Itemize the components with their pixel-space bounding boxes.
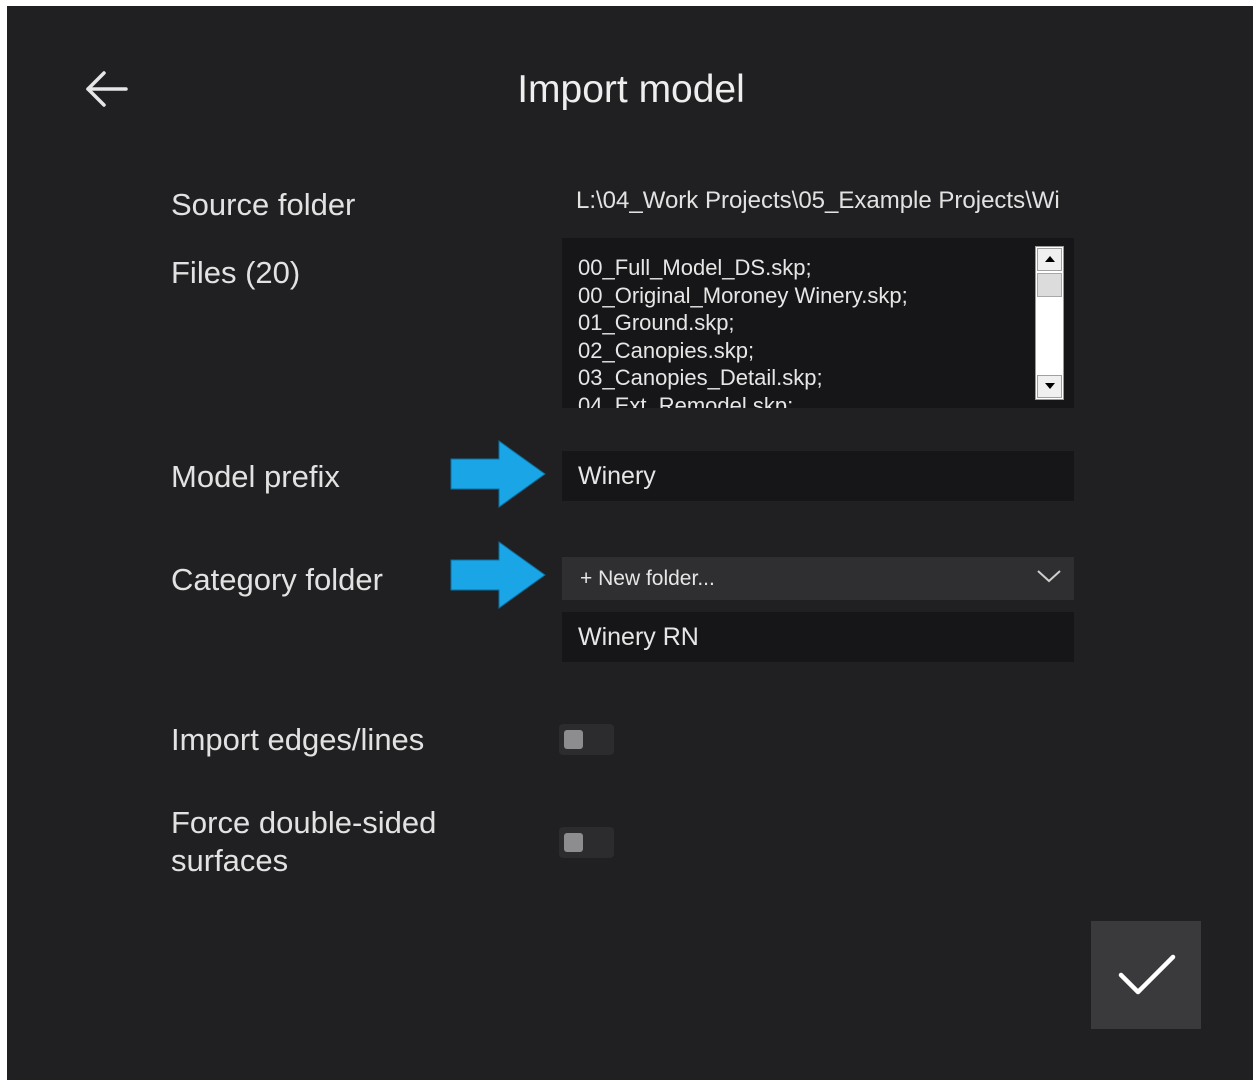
import-edges-label: Import edges/lines	[171, 722, 425, 757]
confirm-button[interactable]	[1091, 921, 1201, 1029]
force-double-sided-label: Force double-sided surfaces	[171, 804, 436, 880]
import-edges-toggle[interactable]	[559, 724, 614, 755]
toggle-knob	[564, 833, 583, 852]
scroll-up-button[interactable]	[1037, 248, 1062, 271]
source-folder-path: L:\04_Work Projects\05_Example Projects\…	[576, 187, 1060, 214]
files-scrollbar[interactable]	[1035, 246, 1064, 400]
category-folder-dropdown[interactable]: + New folder...	[562, 557, 1074, 600]
files-listbox[interactable]: 00_Full_Model_DS.skp; 00_Original_Morone…	[562, 238, 1074, 408]
arrow-right-icon	[450, 541, 546, 609]
model-prefix-input[interactable]: Winery	[562, 451, 1074, 501]
new-folder-name-input[interactable]: Winery RN	[562, 612, 1074, 662]
force-double-sided-label-line1: Force double-sided	[171, 805, 437, 840]
files-list: 00_Full_Model_DS.skp; 00_Original_Morone…	[578, 254, 1033, 408]
list-item[interactable]: 00_Full_Model_DS.skp;	[578, 254, 1033, 282]
files-label: Files (20)	[171, 255, 301, 290]
list-item[interactable]: 00_Original_Moroney Winery.skp;	[578, 282, 1033, 310]
toggle-knob	[564, 730, 583, 749]
chevron-down-icon	[1037, 570, 1061, 583]
scroll-thumb[interactable]	[1037, 273, 1062, 297]
source-folder-label: Source folder	[171, 187, 356, 222]
category-folder-label: Category folder	[171, 562, 383, 597]
force-double-sided-label-line2: surfaces	[171, 843, 289, 878]
category-folder-selected: + New folder...	[580, 567, 715, 590]
checkmark-icon	[1118, 954, 1176, 995]
arrow-right-icon	[450, 440, 546, 508]
scroll-down-button[interactable]	[1037, 375, 1062, 398]
list-item[interactable]: 02_Canopies.skp;	[578, 337, 1033, 365]
force-double-sided-toggle[interactable]	[559, 827, 614, 858]
list-item[interactable]: 01_Ground.skp;	[578, 309, 1033, 337]
list-item[interactable]: 04_Ext_Remodel.skp;	[578, 392, 1033, 409]
model-prefix-label: Model prefix	[171, 459, 340, 494]
list-item[interactable]: 03_Canopies_Detail.skp;	[578, 364, 1033, 392]
import-model-dialog: Import model Source folder L:\04_Work Pr…	[7, 6, 1253, 1080]
page-title: Import model	[517, 68, 745, 111]
